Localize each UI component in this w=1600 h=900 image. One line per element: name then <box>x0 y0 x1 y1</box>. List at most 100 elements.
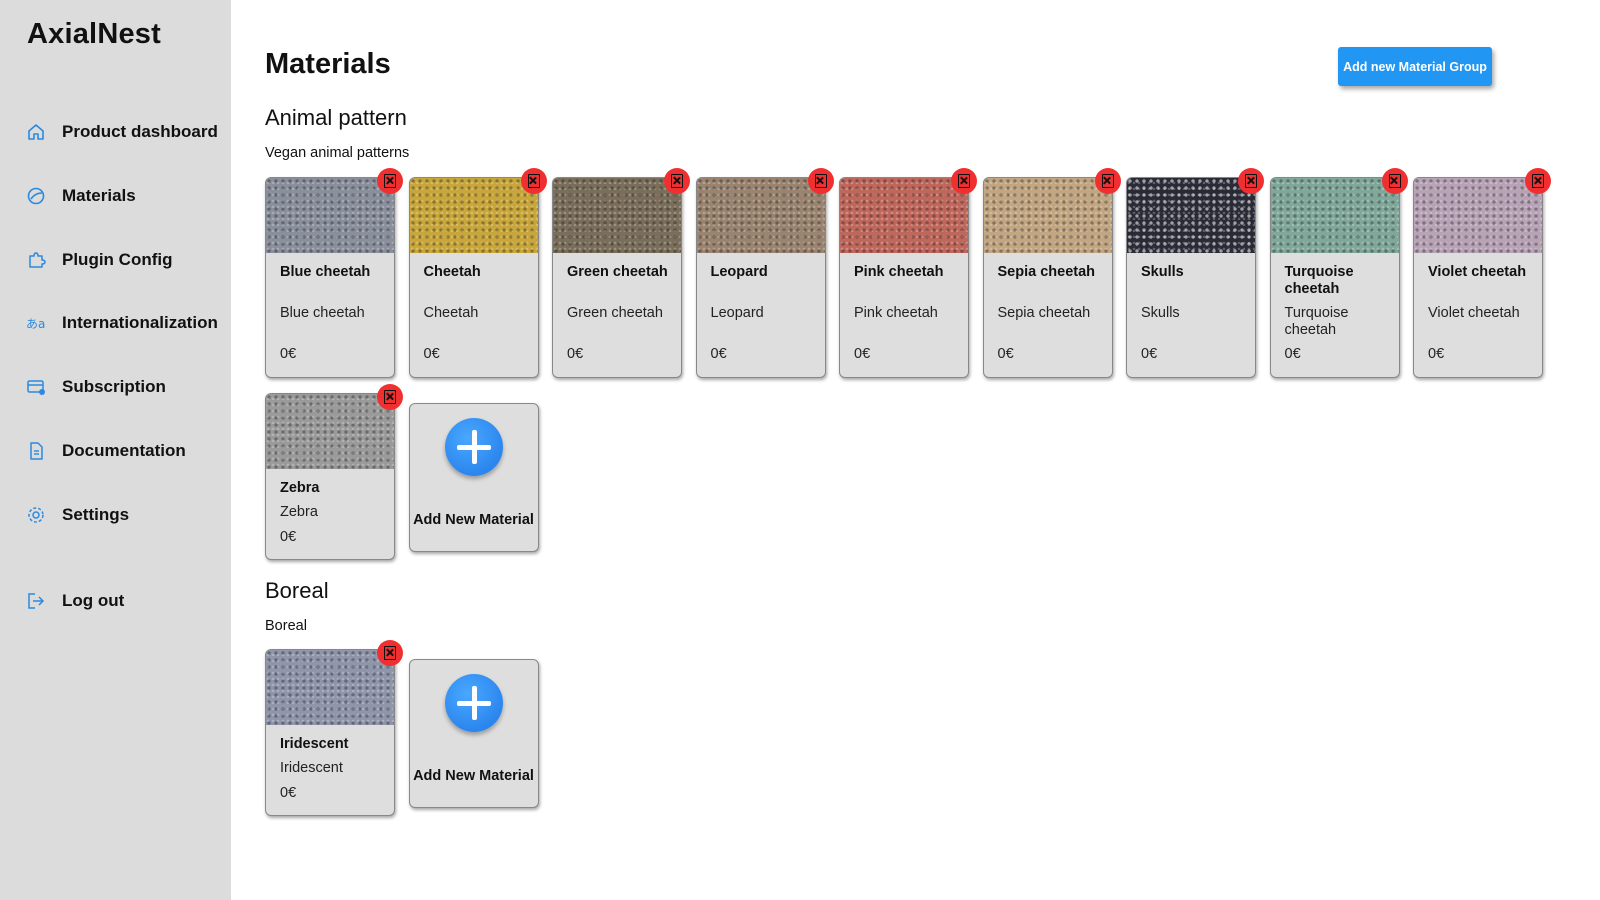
material-name: Leopard <box>710 264 768 280</box>
group-title: Boreal <box>265 578 329 603</box>
material-name: Blue cheetah <box>280 264 371 280</box>
material-name: Zebra <box>280 480 320 496</box>
material-swatch <box>266 650 394 725</box>
sidebar-item-product-dashboard[interactable]: Product dashboard <box>0 112 231 152</box>
home-icon <box>26 122 46 142</box>
material-card[interactable]: Cheetah Cheetah 0€ <box>408 168 547 378</box>
plus-icon <box>444 418 503 476</box>
add-material-group-button[interactable]: Add new Material Group <box>1338 47 1492 86</box>
delete-material-button[interactable] <box>520 168 547 194</box>
delete-material-button[interactable] <box>1238 168 1264 194</box>
material-price: 0€ <box>854 346 871 362</box>
delete-material-button[interactable] <box>1525 168 1551 194</box>
sidebar-item-label: Documentation <box>62 441 186 460</box>
material-card[interactable]: Iridescent Iridescent 0€ <box>265 640 403 816</box>
material-description: Turquoise cheetah <box>1284 305 1349 338</box>
sidebar-item-log-out[interactable]: Log out <box>0 581 231 621</box>
material-price: 0€ <box>280 346 297 362</box>
material-swatch <box>553 178 681 253</box>
material-price: 0€ <box>997 346 1014 362</box>
material-swatch <box>1270 178 1399 253</box>
material-name: Sepia cheetah <box>997 264 1096 280</box>
sidebar-item-plugin-config[interactable]: Plugin Config <box>0 240 231 280</box>
palette-icon <box>26 186 46 206</box>
material-name: Cheetah <box>423 264 481 280</box>
material-card[interactable]: Pink cheetah Pink cheetah 0€ <box>839 168 977 378</box>
sidebar-item-label: Materials <box>62 186 136 205</box>
page-title: Materials <box>265 48 391 80</box>
material-card[interactable]: Turquoise cheetah Turquoise cheetah 0€ <box>1269 168 1408 378</box>
delete-material-button[interactable] <box>951 168 977 194</box>
material-swatch <box>266 394 394 469</box>
material-price: 0€ <box>1428 346 1445 362</box>
material-description: Leopard <box>710 305 764 321</box>
material-card[interactable]: Blue cheetah Blue cheetah 0€ <box>265 168 403 378</box>
material-card[interactable]: Skulls Skulls 0€ <box>1126 168 1264 378</box>
material-swatch <box>1127 178 1255 253</box>
add-new-material-label: Add New Material <box>413 512 534 528</box>
delete-material-button[interactable] <box>1094 168 1121 194</box>
material-description: Green cheetah <box>567 305 663 321</box>
material-description: Pink cheetah <box>854 305 938 321</box>
add-new-material-button[interactable]: Add New Material <box>408 403 539 552</box>
material-swatch <box>983 178 1112 253</box>
material-card[interactable]: Sepia cheetah Sepia cheetah 0€ <box>982 168 1121 378</box>
sidebar-item-materials[interactable]: Materials <box>0 176 231 216</box>
delete-icon <box>958 174 970 188</box>
material-name: Violet cheetah <box>1428 264 1527 280</box>
material-swatch <box>409 178 538 253</box>
material-swatch <box>840 178 968 253</box>
delete-material-button[interactable] <box>377 384 403 410</box>
puzzle-icon <box>26 250 46 270</box>
group-description: Vegan animal patterns <box>265 145 410 161</box>
material-description: Zebra <box>280 504 318 520</box>
material-price: 0€ <box>280 785 297 801</box>
material-price: 0€ <box>567 346 584 362</box>
logout-icon <box>26 591 46 611</box>
material-price: 0€ <box>1141 346 1158 362</box>
material-swatch <box>696 178 825 253</box>
sidebar-item-subscription[interactable]: Subscription <box>0 367 231 407</box>
sidebar-item-label: Plugin Config <box>62 250 173 269</box>
delete-icon <box>671 174 683 188</box>
material-name: Skulls <box>1141 264 1184 280</box>
sidebar: AxialNest Product dashboard Materials Pl… <box>0 0 231 900</box>
material-price: 0€ <box>1284 346 1301 362</box>
material-description: Violet cheetah <box>1428 305 1520 321</box>
material-card[interactable]: Green cheetah Green cheetah 0€ <box>552 168 690 378</box>
group-title: Animal pattern <box>265 105 407 130</box>
main-content: Materials Add new Material Group Animal … <box>231 0 1600 900</box>
delete-icon <box>1532 174 1544 188</box>
sidebar-item-label: Log out <box>62 591 125 610</box>
sidebar-item-documentation[interactable]: Documentation <box>0 431 231 471</box>
delete-icon <box>1101 174 1114 188</box>
material-name: Green cheetah <box>567 264 668 280</box>
delete-material-button[interactable] <box>664 168 690 194</box>
delete-icon <box>384 390 396 404</box>
material-description: Blue cheetah <box>280 305 365 321</box>
brand-logo: AxialNest <box>27 18 161 50</box>
material-card[interactable]: Zebra Zebra 0€ <box>265 384 403 560</box>
material-price: 0€ <box>423 346 440 362</box>
plus-icon <box>444 674 503 732</box>
translate-icon: あa <box>26 313 46 333</box>
add-new-material-button[interactable]: Add New Material <box>408 659 539 808</box>
sidebar-item-internationalization[interactable]: あa Internationalization <box>0 303 231 343</box>
sidebar-item-label: Product dashboard <box>62 122 218 141</box>
material-price: 0€ <box>710 346 727 362</box>
material-card[interactable]: Violet cheetah Violet cheetah 0€ <box>1413 168 1551 378</box>
sidebar-item-settings[interactable]: Settings <box>0 495 231 535</box>
material-card[interactable]: Leopard Leopard 0€ <box>695 168 834 378</box>
delete-material-button[interactable] <box>377 640 403 666</box>
material-swatch <box>266 178 394 253</box>
delete-material-button[interactable] <box>377 168 403 194</box>
delete-icon <box>814 174 827 188</box>
material-description: Cheetah <box>423 305 479 321</box>
delete-icon <box>1388 174 1401 188</box>
sidebar-item-label: Internationalization <box>62 313 218 332</box>
delete-material-button[interactable] <box>807 168 834 194</box>
material-description: Skulls <box>1141 305 1180 321</box>
delete-material-button[interactable] <box>1381 168 1408 194</box>
material-price: 0€ <box>280 529 297 545</box>
add-new-material-label: Add New Material <box>413 768 534 784</box>
